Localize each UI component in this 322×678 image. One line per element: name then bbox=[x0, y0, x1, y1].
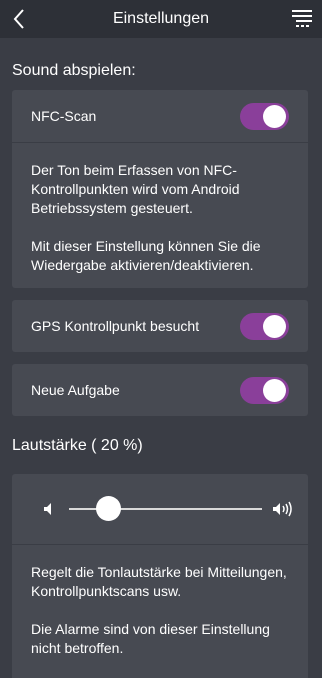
nfc-row: NFC-Scan bbox=[12, 90, 308, 142]
nfc-toggle[interactable] bbox=[240, 102, 289, 130]
task-label: Neue Aufgabe bbox=[31, 382, 120, 398]
toggle-knob bbox=[263, 104, 286, 128]
volume-section-title: Lautstärke ( 20 %) bbox=[12, 437, 143, 454]
app-header: Einstellungen bbox=[0, 0, 322, 38]
menu-icon bbox=[292, 10, 312, 27]
gps-row: GPS Kontrollpunkt besucht bbox=[12, 300, 308, 352]
nfc-description: Der Ton beim Erfassen von NFC-Kontrollpu… bbox=[12, 143, 308, 275]
sound-section-title: Sound abspielen: bbox=[12, 62, 136, 79]
toggle-knob bbox=[263, 378, 286, 402]
volume-high-icon bbox=[273, 501, 292, 517]
nfc-desc-2: Mit dieser Einstellung können Sie die Wi… bbox=[31, 238, 261, 273]
volume-desc-2: Die Alarme sind von dieser Einstellung n… bbox=[31, 621, 270, 656]
nfc-desc-1: Der Ton beim Erfassen von NFC-Kontrollpu… bbox=[31, 162, 240, 216]
volume-description: Regelt die Tonlautstärke bei Mitteilunge… bbox=[12, 545, 308, 658]
task-card: Neue Aufgabe bbox=[12, 364, 308, 416]
volume-slider-thumb[interactable] bbox=[95, 496, 121, 521]
volume-desc-1: Regelt die Tonlautstärke bei Mitteilunge… bbox=[31, 564, 287, 599]
nfc-card: NFC-Scan Der Ton beim Erfassen von NFC-K… bbox=[12, 90, 308, 288]
volume-slider[interactable] bbox=[69, 496, 262, 521]
back-button[interactable] bbox=[4, 4, 34, 34]
gps-label: GPS Kontrollpunkt besucht bbox=[31, 318, 200, 334]
task-toggle[interactable] bbox=[240, 376, 289, 404]
menu-button[interactable] bbox=[288, 5, 316, 33]
page-title: Einstellungen bbox=[112, 10, 210, 27]
gps-toggle[interactable] bbox=[240, 312, 289, 340]
chevron-left-icon bbox=[13, 9, 24, 29]
toggle-knob bbox=[263, 314, 286, 338]
gps-card: GPS Kontrollpunkt besucht bbox=[12, 300, 308, 352]
task-row: Neue Aufgabe bbox=[12, 364, 308, 416]
volume-card: Regelt die Tonlautstärke bei Mitteilunge… bbox=[12, 474, 308, 678]
volume-low-icon bbox=[44, 503, 51, 515]
nfc-label: NFC-Scan bbox=[31, 108, 97, 124]
volume-slider-row bbox=[12, 474, 308, 544]
